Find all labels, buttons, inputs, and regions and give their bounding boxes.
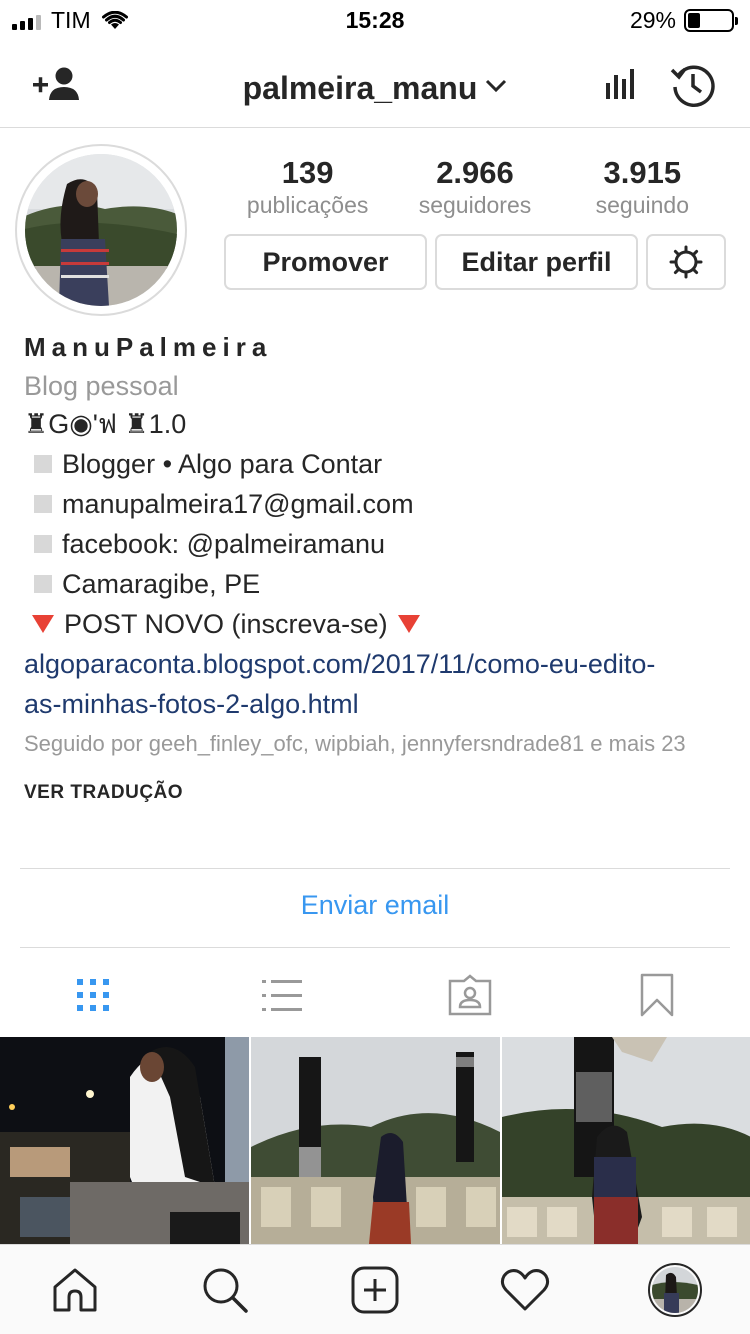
posts-count: 139 [281, 155, 334, 190]
followed-by[interactable]: Seguido por geeh_finley_ofc, wipbiah, je… [24, 730, 734, 758]
list-icon[interactable] [252, 955, 312, 1035]
divider [20, 868, 730, 869]
square-icon [34, 455, 52, 473]
bio-line-2-text: Blogger • Algo para Contar [62, 449, 383, 479]
profile-avatar-small [648, 1263, 702, 1317]
profile-category: Blog pessoal [24, 371, 179, 401]
search-icon[interactable] [195, 1260, 255, 1320]
profile-avatar[interactable] [15, 144, 187, 316]
red-triangle-icon [32, 615, 54, 633]
insights-icon[interactable] [600, 62, 642, 104]
bio-line-4-text: facebook: @palmeiramanu [62, 529, 386, 559]
square-icon [34, 575, 52, 593]
bio-link-line-1: algoparaconta.blogspot.com/2017/11/como-… [24, 649, 656, 679]
profile-stats: 139 publicações 2.966 seguidores 3.915 s… [224, 155, 726, 219]
gear-icon [669, 245, 703, 279]
profile-tab[interactable] [645, 1260, 705, 1320]
stat-followers[interactable]: 2.966 seguidores [395, 155, 555, 219]
bio-line-5: Camaragibe, PE [24, 564, 734, 604]
status-bar: TIM 15:28 29% [0, 0, 750, 40]
bio-line-2: Blogger • Algo para Contar [24, 444, 734, 484]
edit-profile-button[interactable]: Editar perfil [435, 234, 638, 290]
settings-button[interactable] [646, 234, 726, 290]
bio-line-3-text: manupalmeira17@gmail.com [62, 489, 414, 519]
avatar-photo [25, 154, 177, 306]
battery-percent: 29% [629, 7, 676, 33]
history-icon[interactable] [668, 60, 718, 110]
display-name: ManuPalmeira [24, 332, 273, 362]
send-email-button[interactable]: Enviar email [0, 890, 750, 921]
home-icon[interactable] [45, 1260, 105, 1320]
profile-tabs [0, 955, 750, 1035]
chevron-down-icon [485, 64, 507, 101]
posts-label: publicações [246, 192, 369, 218]
saved-icon[interactable] [627, 955, 687, 1035]
square-icon [34, 535, 52, 553]
activity-icon[interactable] [495, 1260, 555, 1320]
profile-bio: ManuPalmeira Blog pessoal ♜G◉'ฟ ♜1.0 Blo… [24, 330, 734, 806]
grid-post-1[interactable] [0, 1037, 249, 1244]
username: palmeira_manu [242, 70, 478, 106]
grid-icon[interactable] [63, 955, 123, 1035]
bio-line-5-text: Camaragibe, PE [62, 569, 261, 599]
stat-posts[interactable]: 139 publicações [228, 155, 388, 219]
red-triangle-icon [397, 615, 420, 633]
followers-label: seguidores [418, 192, 532, 218]
bio-website-link[interactable]: algoparaconta.blogspot.com/2017/11/como-… [24, 644, 734, 724]
divider [20, 947, 730, 948]
promote-button[interactable]: Promover [224, 234, 427, 290]
bio-line-3: manupalmeira17@gmail.com [24, 484, 734, 524]
bio-line-4: facebook: @palmeiramanu [24, 524, 734, 564]
stat-following[interactable]: 3.915 seguindo [562, 155, 722, 219]
followers-count: 2.966 [436, 155, 514, 190]
bio-line-1: ♜G◉'ฟ ♜1.0 [24, 409, 187, 439]
square-icon [34, 495, 52, 513]
following-label: seguindo [595, 192, 689, 218]
battery-info: 29% [629, 7, 738, 34]
battery-icon [684, 9, 738, 32]
tagged-icon[interactable] [440, 955, 500, 1035]
battery-fill [688, 13, 701, 28]
grid-post-3[interactable] [502, 1037, 750, 1244]
bottom-nav-bar [0, 1244, 750, 1334]
bio-line-6-text: POST NOVO (inscreva-se) [64, 609, 388, 639]
bio-link-line-2: as-minhas-fotos-2-algo.html [24, 689, 359, 719]
profile-header-bar: palmeira_manu [0, 40, 750, 128]
following-count: 3.915 [603, 155, 682, 190]
see-translation-button[interactable]: VER TRADUÇÃO [24, 780, 734, 806]
grid-post-2[interactable] [251, 1037, 500, 1244]
photo-grid [0, 1037, 750, 1244]
new-post-icon[interactable] [345, 1260, 405, 1320]
bio-line-6: POST NOVO (inscreva-se) [24, 604, 734, 644]
